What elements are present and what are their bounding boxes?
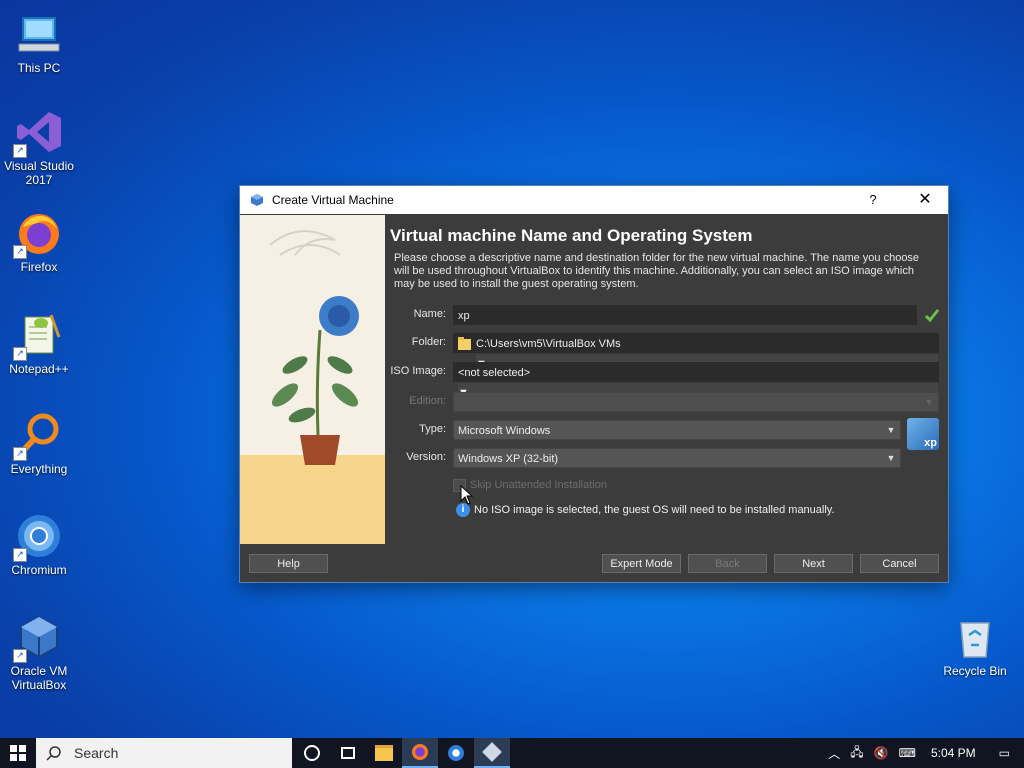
taskbar-firefox[interactable] — [402, 738, 438, 768]
chromium-icon — [448, 745, 464, 761]
chromium-icon: ↗ — [13, 512, 63, 562]
task-view-button[interactable] — [330, 738, 366, 768]
search-placeholder: Search — [74, 745, 119, 761]
desktop-icon-label: Visual Studio 2017 — [4, 159, 74, 187]
computer-icon — [15, 10, 63, 58]
expert-mode-button[interactable]: Expert Mode — [602, 554, 681, 573]
desktop-icon-notepad-plus-plus[interactable]: ↗ Notepad++ — [0, 311, 79, 376]
name-input[interactable]: xp — [453, 305, 917, 325]
search-icon — [46, 746, 61, 761]
dialog-title: Create Virtual Machine — [272, 193, 394, 207]
desktop-icon-label: Recycle Bin — [943, 664, 1007, 678]
mouse-cursor-icon — [460, 485, 474, 505]
system-tray: ︿ 🖧 🔇 ⌨ 5:04 PM ▭ — [823, 738, 1024, 768]
name-label: Name: — [413, 308, 446, 320]
chevron-up-icon[interactable]: ︿ — [828, 745, 840, 762]
desktop-icon-label: Firefox — [20, 260, 58, 274]
next-button[interactable]: Next — [774, 554, 853, 573]
firefox-icon: ↗ — [13, 209, 63, 259]
version-label: Version: — [406, 451, 446, 463]
shortcut-arrow-icon: ↗ — [13, 347, 27, 361]
taskbar: Search ︿ 🖧 🔇 ⌨ 5:04 PM ▭ — [0, 738, 1024, 768]
desktop-icon-label: Oracle VM VirtualBox — [10, 664, 68, 692]
clock-time[interactable]: 5:04 PM — [931, 746, 976, 760]
notification-icon[interactable]: ▭ — [999, 746, 1010, 760]
taskbar-search-box[interactable]: Search — [36, 738, 292, 768]
keyboard-icon[interactable]: ⌨ — [899, 746, 916, 760]
page-description: Please choose a descriptive name and des… — [394, 252, 920, 290]
desktop-icon-virtualbox[interactable]: ↗ Oracle VM VirtualBox — [0, 613, 79, 692]
desktop-icon-label: Everything — [10, 462, 68, 476]
chevron-down-icon: ▼ — [886, 425, 896, 435]
version-combo[interactable]: Windows XP (32-bit) ▼ — [453, 448, 901, 468]
folder-combo[interactable]: C:\Users\vm5\VirtualBox VMs ▼ — [453, 333, 939, 374]
close-button[interactable]: ✕ — [910, 186, 940, 214]
volume-muted-icon[interactable]: 🔇 — [874, 746, 889, 760]
desktop-icon-label: This PC — [17, 61, 61, 75]
desktop-icon-everything[interactable]: ↗ Everything — [0, 411, 79, 476]
desktop-icon-visual-studio[interactable]: ↗ Visual Studio 2017 — [0, 108, 79, 187]
shortcut-arrow-icon: ↗ — [13, 144, 27, 158]
folder-icon — [375, 745, 393, 761]
notepad-plus-plus-icon: ↗ — [13, 311, 63, 361]
desktop-icon-recycle-bin[interactable]: Recycle Bin — [935, 613, 1015, 678]
skip-unattended-label: Skip Unattended Installation — [470, 479, 607, 491]
back-button: Back — [688, 554, 767, 573]
desktop-icon-firefox[interactable]: ↗ Firefox — [0, 209, 79, 274]
iso-label: ISO Image: — [390, 365, 446, 377]
taskbar-virtualbox[interactable] — [474, 738, 510, 768]
wizard-content: Virtual machine Name and Operating Syste… — [390, 215, 940, 517]
shortcut-arrow-icon: ↗ — [13, 548, 27, 562]
magnifier-icon: ↗ — [13, 411, 63, 461]
taskbar-file-explorer[interactable] — [366, 738, 402, 768]
chevron-down-icon: ▼ — [886, 453, 896, 463]
desktop-icon-label: Chromium — [11, 563, 67, 577]
type-combo[interactable]: Microsoft Windows ▼ — [453, 420, 901, 440]
visual-studio-icon: ↗ — [13, 108, 63, 158]
firefox-icon — [412, 744, 428, 760]
folder-value: C:\Users\vm5\VirtualBox VMs — [476, 338, 621, 350]
windows-xp-badge-icon: xp — [907, 418, 939, 450]
iso-value: <not selected> — [458, 367, 531, 379]
virtualbox-icon: ↗ — [13, 613, 63, 663]
desktop-icon-this-pc[interactable]: This PC — [0, 10, 79, 75]
shortcut-arrow-icon: ↗ — [13, 649, 27, 663]
edition-combo: ▼ — [453, 392, 939, 412]
help-title-button[interactable]: ? — [858, 186, 888, 214]
network-icon[interactable]: 🖧 — [850, 743, 863, 764]
type-label: Type: — [419, 423, 446, 435]
virtualbox-icon — [482, 742, 502, 762]
cortana-button[interactable] — [294, 738, 330, 768]
folder-icon — [458, 337, 471, 350]
create-vm-dialog: Create Virtual Machine ? ✕ Virtual machi… — [240, 186, 948, 582]
skip-unattended-checkbox-row: Skip Unattended Installation — [453, 476, 753, 496]
desktop-icon-label: Notepad++ — [9, 362, 69, 376]
chevron-down-icon: ▼ — [924, 397, 934, 407]
wizard-illustration — [240, 215, 385, 544]
shortcut-arrow-icon: ↗ — [13, 447, 27, 461]
info-icon: i — [456, 503, 470, 517]
help-button[interactable]: Help — [249, 554, 328, 573]
recycle-bin-icon — [951, 613, 999, 661]
edition-label: Edition: — [409, 395, 446, 407]
desktop-icon-chromium[interactable]: ↗ Chromium — [0, 512, 79, 577]
dialog-titlebar: Create Virtual Machine ? ✕ — [240, 186, 948, 214]
valid-check-icon — [924, 309, 940, 323]
start-button[interactable] — [0, 738, 36, 768]
iso-combo[interactable]: <not selected> ▼ — [453, 362, 939, 403]
task-view-icon — [341, 747, 355, 759]
cortana-circle-icon — [304, 745, 320, 761]
taskbar-chromium[interactable] — [438, 738, 474, 768]
cancel-button[interactable]: Cancel — [860, 554, 939, 573]
folder-label: Folder: — [411, 336, 446, 348]
virtualbox-icon — [251, 194, 263, 206]
version-value: Windows XP (32-bit) — [458, 453, 559, 465]
type-value: Microsoft Windows — [458, 425, 551, 437]
info-message: No ISO image is selected, the guest OS w… — [474, 504, 835, 516]
shortcut-arrow-icon: ↗ — [13, 245, 27, 259]
windows-logo-icon — [10, 745, 26, 761]
page-title: Virtual machine Name and Operating Syste… — [390, 226, 753, 245]
